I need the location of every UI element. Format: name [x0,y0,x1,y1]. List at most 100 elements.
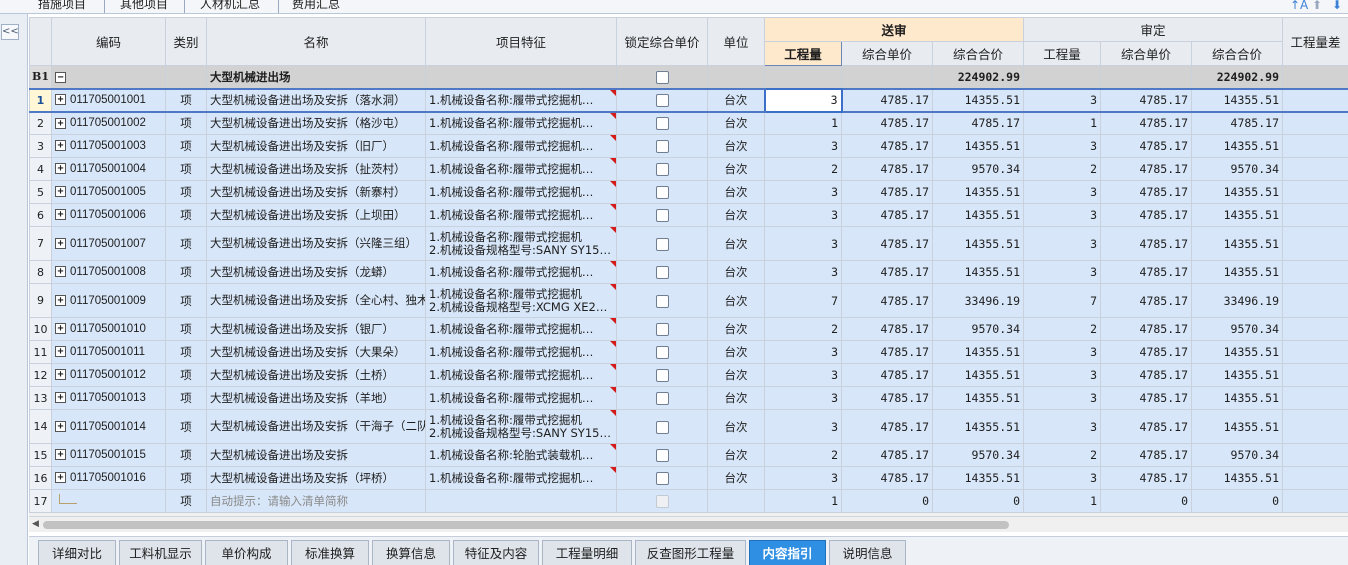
row-unit[interactable]: 台次 [707,317,765,341]
row-code-cell[interactable]: +011705001008 [51,260,166,284]
row-feature-cell[interactable]: 1.机械设备名称:履带式挖掘机 2.机械设备规格型号:SANY SY15… [425,226,617,261]
new-item-row[interactable]: 17 项自动提示：请输入清单简称 1 0 0 1 0 0 [29,489,1348,513]
row-number[interactable]: 12 [29,363,52,387]
row-submitted-unit-price[interactable]: 4785.17 [841,283,933,318]
lock-price-checkbox[interactable] [655,266,669,279]
row-feature-cell[interactable]: 1.机械设备名称:履带式挖掘机… [425,87,617,113]
row-name[interactable]: 大型机械设备进出场及安拆（大果朵） [206,340,426,364]
tab-detail-compare[interactable]: 详细对比 [38,540,116,565]
table-row[interactable]: 10 +011705001010 项大型机械设备进出场及安拆（银厂） 1.机械设备名称… [29,317,1348,341]
tab-reverse-graphic-quantity[interactable]: 反查图形工程量 [635,540,746,565]
row-approved-qty[interactable]: 3 [1023,340,1101,364]
row-code-cell[interactable]: +011705001015 [51,443,166,467]
row-number[interactable]: 4 [29,157,52,181]
tab-description-info[interactable]: 说明信息 [829,540,906,565]
lock-price-checkbox[interactable] [655,294,669,308]
lock-price-checkbox[interactable] [655,449,669,462]
table-row[interactable]: 7 +011705001007 项大型机械设备进出场及安拆（兴隆三组） 1.机械设备名… [29,226,1348,261]
expand-tree-icon[interactable]: + [55,266,66,278]
header-submitted-qty[interactable]: 工程量 [764,41,842,66]
row-approved-qty[interactable]: 7 [1023,283,1101,318]
row-type[interactable]: 项 [165,386,207,410]
row-approved-qty[interactable]: 3 [1023,134,1101,158]
sort-icon[interactable]: ↑A [1290,0,1308,12]
row-submitted-qty[interactable]: 2 [764,157,842,181]
lock-price-checkbox[interactable] [655,237,669,251]
row-qty-diff[interactable] [1282,283,1348,318]
row-submitted-unit-price[interactable]: 4785.17 [841,180,933,204]
row-submitted-qty[interactable]: 2 [764,443,842,467]
row-feature-cell[interactable]: 1.机械设备名称:履带式挖掘机 2.机械设备规格型号:SANY SY15… [425,409,617,444]
move-down-icon[interactable]: ⬇ [1332,0,1342,12]
table-row[interactable]: 13 +011705001013 项大型机械设备进出场及安拆（羊地） 1.机械设备名称… [29,386,1348,410]
row-code-cell[interactable]: +011705001009 [51,283,166,318]
row-qty-diff[interactable] [1282,111,1348,135]
row-submitted-unit-price[interactable]: 4785.17 [841,226,933,261]
row-approved-unit-price[interactable]: 4785.17 [1100,363,1192,387]
row-type[interactable]: 项 [165,489,207,513]
row-approved-qty[interactable]: 3 [1023,203,1101,227]
row-code-cell[interactable]: +011705001002 [51,111,166,135]
row-unit[interactable]: 台次 [707,283,765,318]
header-unit[interactable]: 单位 [707,17,765,66]
row-approved-unit-price[interactable]: 4785.17 [1100,180,1192,204]
header-name[interactable]: 名称 [206,17,426,66]
expand-tree-icon[interactable]: + [55,369,66,381]
tab-unit-price-composition[interactable]: 单价构成 [205,540,288,565]
expand-tree-icon[interactable]: + [55,94,66,106]
row-name[interactable]: 大型机械设备进出场及安拆（坪桥） [206,466,426,490]
expand-tree-icon[interactable]: + [55,237,66,249]
row-approved-qty[interactable]: 2 [1023,317,1101,341]
row-feature-cell[interactable]: 1.机械设备名称:履带式挖掘机… [425,134,617,158]
row-code-cell[interactable]: +011705001001 [51,87,166,113]
row-submitted-qty[interactable]: 3 [764,409,842,444]
row-code-cell[interactable]: +011705001012 [51,363,166,387]
row-feature-cell[interactable]: 1.机械设备名称:轮胎式装载机… [425,443,617,467]
header-type[interactable]: 类别 [165,17,207,66]
lock-price-checkbox[interactable] [655,369,669,382]
row-submitted-unit-price[interactable]: 4785.17 [841,134,933,158]
row-submitted-unit-price[interactable]: 4785.17 [841,409,933,444]
expand-tree-icon[interactable]: + [55,346,66,358]
table-row[interactable]: 8 +011705001008 项大型机械设备进出场及安拆（龙蟒） 1.机械设备名称:… [29,260,1348,284]
row-submitted-qty[interactable]: 3 [764,226,842,261]
row-approved-qty[interactable]: 3 [1023,409,1101,444]
row-approved-qty[interactable]: 1 [1023,111,1101,135]
lock-price-checkbox[interactable] [655,209,669,222]
collapse-panel-button[interactable]: << [1,24,19,40]
row-name-hint[interactable]: 自动提示：请输入清单简称 [206,489,426,513]
row-qty-diff[interactable] [1282,180,1348,204]
row-submitted-qty[interactable]: 3 [763,87,843,113]
scrollbar-thumb[interactable] [43,521,1009,529]
row-type[interactable]: 项 [165,260,207,284]
row-feature-cell[interactable]: 1.机械设备名称:履带式挖掘机… [425,466,617,490]
row-feature-cell[interactable]: 1.机械设备名称:履带式挖掘机… [425,111,617,135]
expand-tree-icon[interactable]: + [55,294,66,306]
row-code-cell[interactable]: +011705001013 [51,386,166,410]
row-approved-qty[interactable]: 3 [1023,260,1101,284]
row-code-cell[interactable]: +011705001004 [51,157,166,181]
row-type[interactable]: 项 [165,363,207,387]
row-code-cell[interactable]: +011705001016 [51,466,166,490]
row-type[interactable]: 项 [165,157,207,181]
row-feature-cell[interactable]: 1.机械设备名称:履带式挖掘机… [425,180,617,204]
row-approved-unit-price[interactable]: 4785.17 [1100,283,1192,318]
row-type[interactable]: 项 [165,340,207,364]
row-number[interactable]: 14 [29,409,52,444]
tab-labor-material-summary[interactable]: 人材机汇总 [190,0,270,13]
table-row[interactable]: 12 +011705001012 项大型机械设备进出场及安拆（土桥） 1.机械设备名称… [29,363,1348,387]
row-submitted-qty[interactable]: 3 [764,180,842,204]
row-number[interactable]: 1 [29,87,52,113]
section-name[interactable]: 大型机械进出场 [206,65,426,89]
row-approved-qty[interactable]: 1 [1023,489,1101,513]
header-submitted-unit-price[interactable]: 综合单价 [841,41,933,66]
row-name[interactable]: 大型机械设备进出场及安拆（兴隆三组） [206,226,426,261]
row-approved-unit-price[interactable]: 4785.17 [1100,317,1192,341]
tab-other-items[interactable]: 其他项目 [110,0,178,13]
table-row[interactable]: 16 +011705001016 项大型机械设备进出场及安拆（坪桥） 1.机械设备名称… [29,466,1348,490]
row-approved-qty[interactable]: 3 [1023,466,1101,490]
lock-price-checkbox[interactable] [655,420,669,434]
header-approved-total[interactable]: 综合合价 [1191,41,1283,66]
row-number[interactable]: 5 [29,180,52,204]
header-feature[interactable]: 项目特征 [425,17,617,66]
